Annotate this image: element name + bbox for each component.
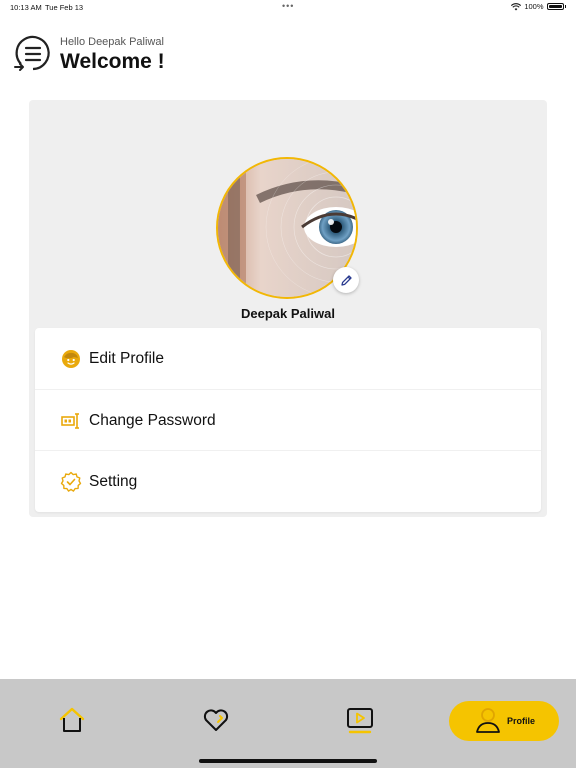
status-time: 10:13 AM [10, 3, 42, 12]
profile-menu: Edit Profile Change Password Setting [35, 328, 541, 512]
status-bar: 10:13 AM Tue Feb 13 ••• 100% [0, 0, 576, 14]
password-icon [60, 410, 82, 432]
multitasking-dots-icon[interactable]: ••• [282, 1, 294, 11]
page-title: Welcome ! [60, 50, 165, 73]
menu-icon[interactable] [14, 34, 52, 74]
nav-profile-label: Profile [507, 716, 536, 726]
nav-favorites[interactable] [199, 703, 233, 737]
pencil-icon [340, 274, 352, 286]
menu-item-edit-profile[interactable]: Edit Profile [35, 328, 541, 389]
video-play-icon [347, 708, 373, 734]
profile-card: Deepak Paliwal Edit Profile Change Passw… [29, 100, 547, 517]
battery-tip [564, 5, 566, 8]
profile-name: Deepak Paliwal [241, 306, 335, 321]
home-indicator[interactable] [199, 759, 377, 763]
nav-home[interactable] [55, 703, 89, 737]
wifi-icon [511, 2, 522, 10]
battery-icon [546, 3, 564, 10]
menu-item-label: Edit Profile [89, 349, 164, 367]
menu-item-setting[interactable]: Setting [35, 450, 541, 512]
status-date: Tue Feb 13 [45, 3, 84, 12]
menu-item-label: Setting [89, 472, 138, 490]
user-icon [476, 708, 500, 733]
gear-badge-icon [60, 471, 82, 493]
nav-videos[interactable] [343, 703, 377, 737]
edit-avatar-button[interactable] [333, 267, 359, 293]
heart-icon [203, 709, 229, 731]
face-icon [60, 348, 82, 370]
greeting-text: Hello Deepak Paliwal [60, 36, 164, 48]
home-icon [59, 707, 85, 732]
bottom-nav: Profile [0, 679, 576, 768]
menu-item-label: Change Password [89, 411, 216, 429]
nav-profile-active[interactable]: Profile [449, 701, 559, 741]
battery-percent: 100% [524, 2, 544, 11]
status-right: 100% [511, 2, 566, 11]
menu-item-change-password[interactable]: Change Password [35, 389, 541, 451]
